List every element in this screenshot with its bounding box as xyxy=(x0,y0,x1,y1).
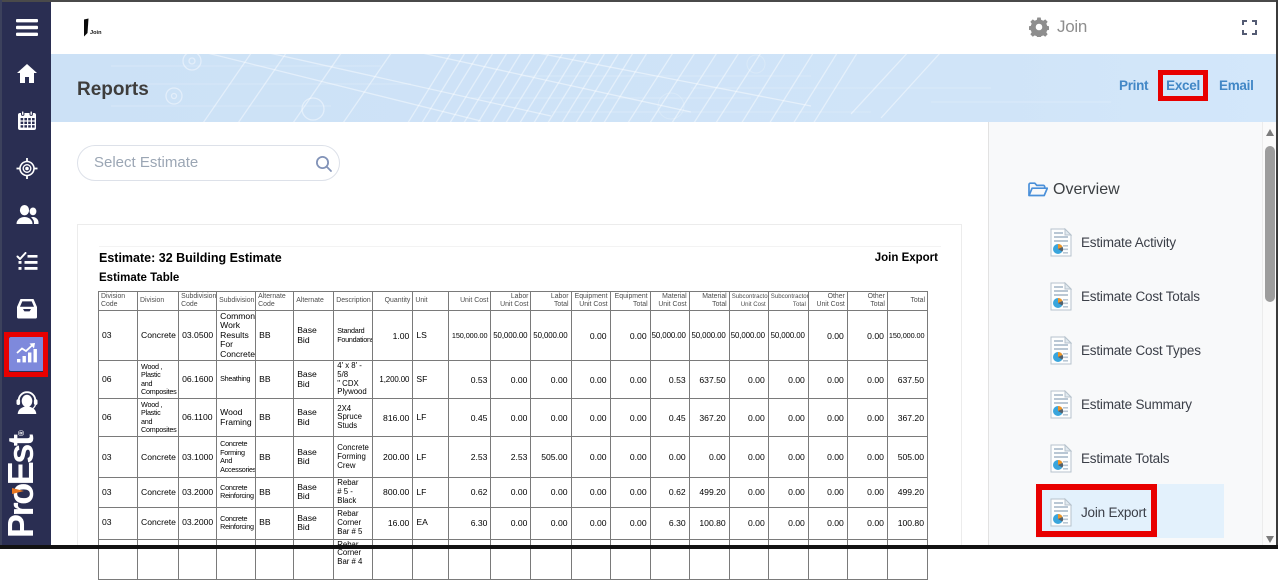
svg-text:Join: Join xyxy=(90,30,102,36)
